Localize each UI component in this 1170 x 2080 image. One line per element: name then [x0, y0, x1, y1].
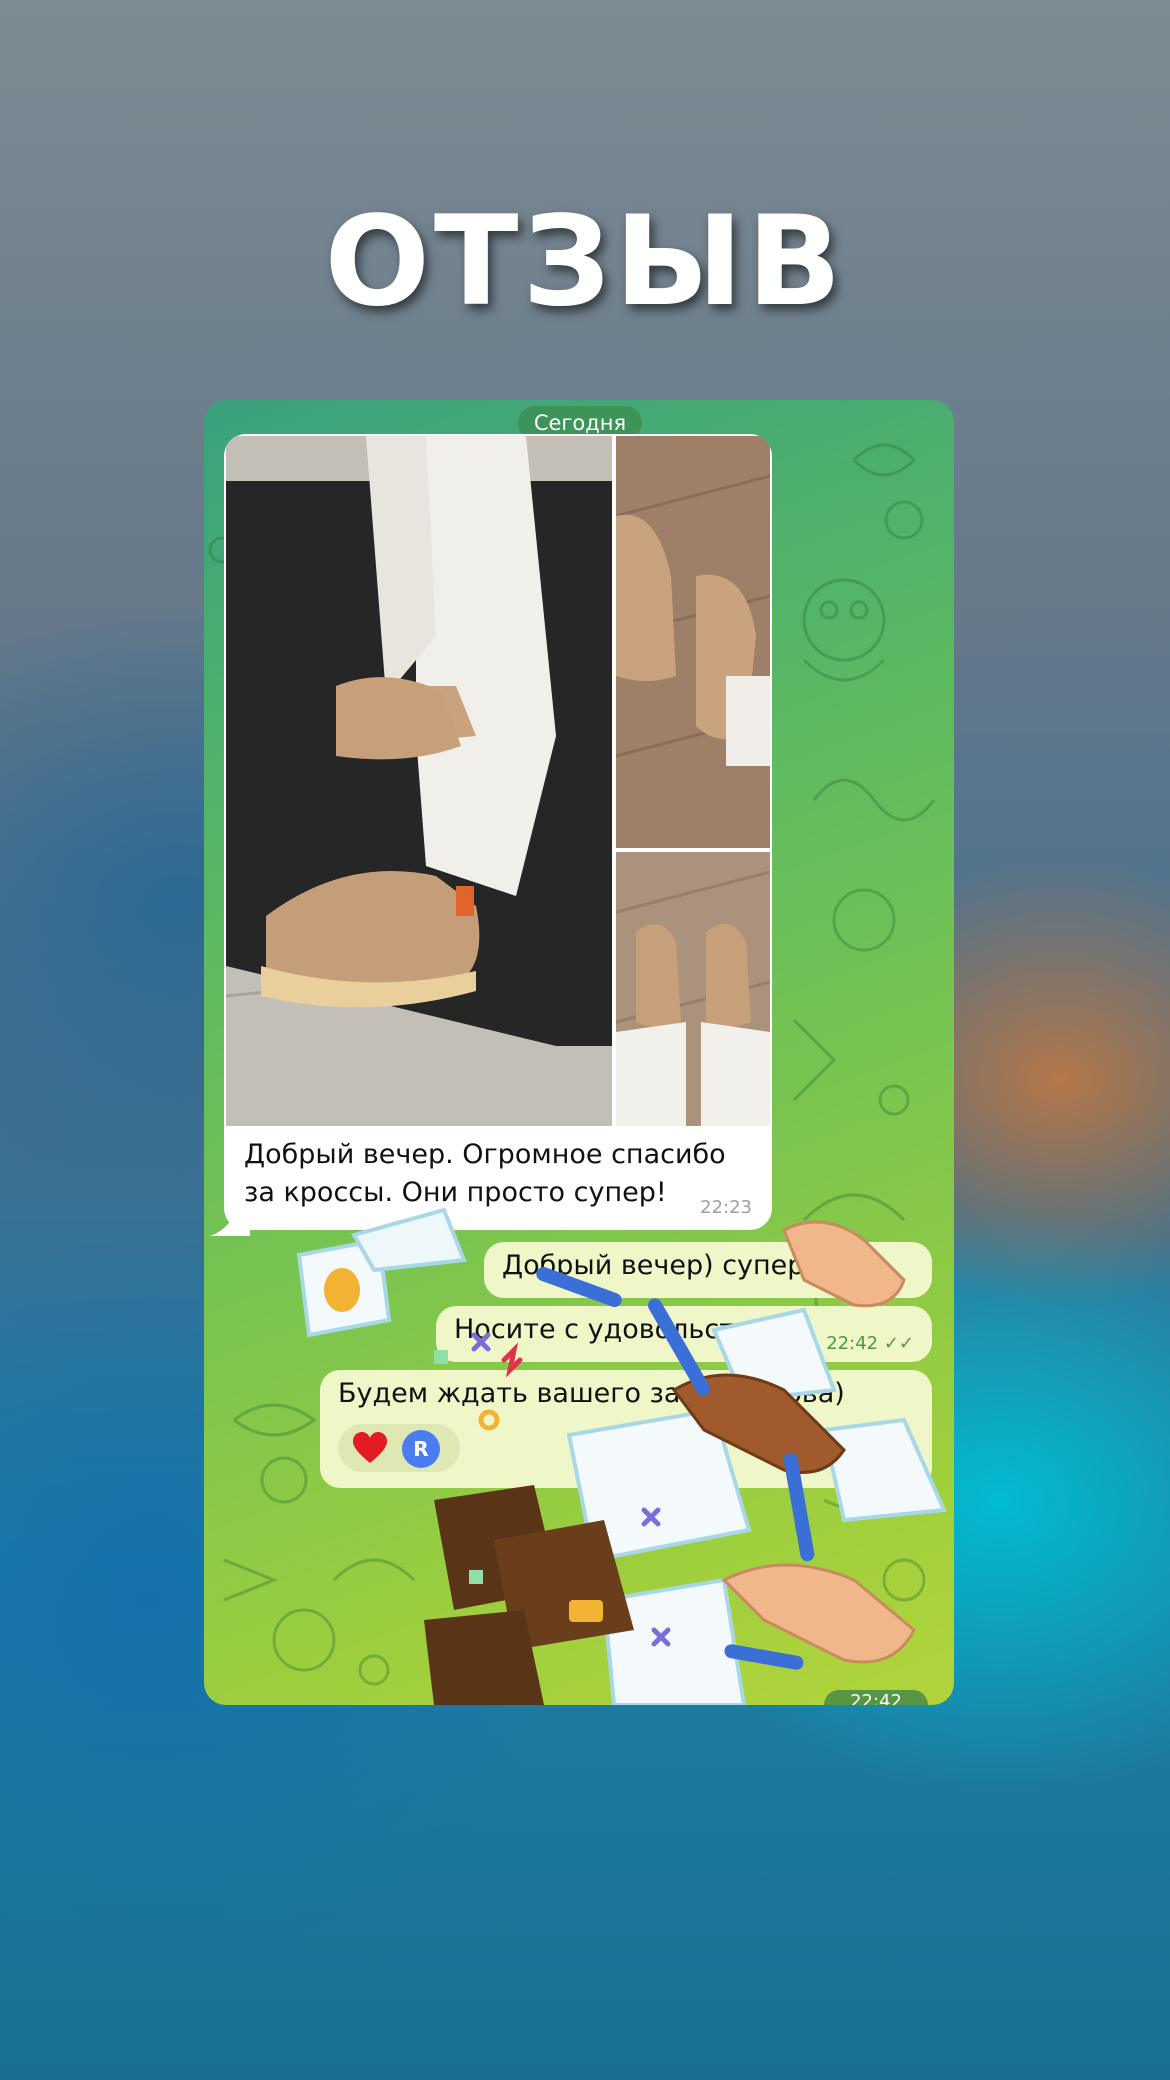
outgoing-message-2[interactable]: Носите с удовольствием 22:42 ✓✓ [436, 1306, 932, 1362]
photo-sneakers-main[interactable] [226, 436, 612, 1126]
heart-icon [353, 1432, 387, 1463]
incoming-photo-message[interactable]: Добрый вечер. Огромное спасибо за кроссы… [224, 434, 772, 1230]
incoming-message-time: 22:23 [700, 1197, 752, 1218]
photo-sneakers-top-view-image [616, 436, 770, 848]
outgoing-message-3[interactable]: Будем ждать вашего заказа снова) R [320, 1370, 932, 1488]
outgoing-message-2-time: 22:42 ✓✓ [826, 1333, 914, 1354]
photo-sneakers-main-image [226, 436, 612, 1126]
read-checkmarks-icon: ✓✓ [883, 1333, 914, 1354]
photo-sneakers-feet-view-image [616, 852, 770, 1126]
incoming-message-text: Добрый вечер. Огромное спасибо за кроссы… [244, 1139, 726, 1208]
sticker-message-time: 22:42 [824, 1690, 928, 1705]
message-reactions[interactable]: R [338, 1424, 460, 1472]
photo-sneakers-top-view[interactable] [616, 436, 770, 848]
outgoing-message-1-text: Добрый вечер) супер [502, 1250, 805, 1281]
page-headline: ОТЗЫВ [324, 190, 846, 334]
outgoing-message-1[interactable]: Добрый вечер) супер [484, 1242, 932, 1298]
reaction-avatar: R [402, 1430, 440, 1468]
chat-screenshot: Сегодня Добрый вечер. Огромное спасибо з… [204, 400, 954, 1705]
outgoing-message-3-text: Будем ждать вашего заказа снова) [338, 1378, 845, 1409]
photo-sneakers-feet-view[interactable] [616, 852, 770, 1126]
outgoing-message-2-text: Носите с удовольствием [454, 1314, 806, 1345]
